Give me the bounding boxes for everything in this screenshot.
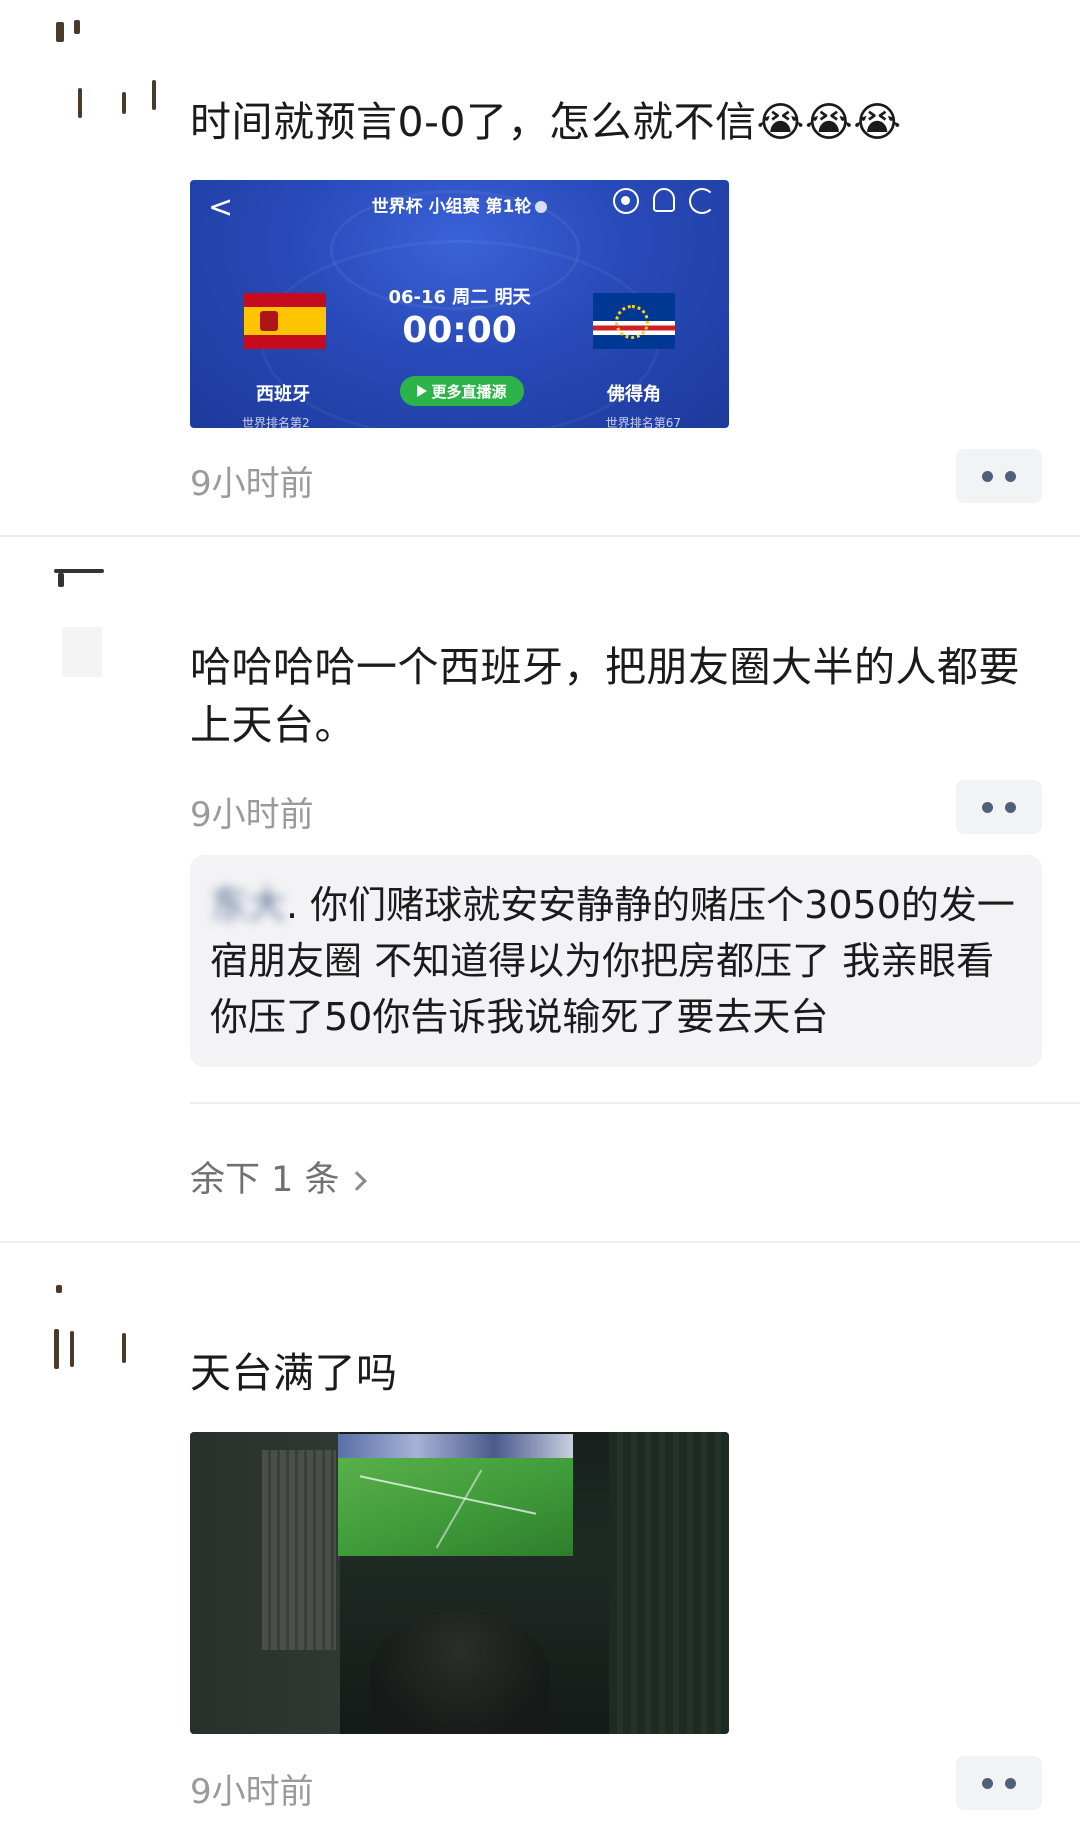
comment-author[interactable]: 东大 bbox=[210, 883, 286, 927]
projected-screen bbox=[338, 1434, 573, 1556]
comment-bubble: 东大. 你们赌球就安安静静的赌压个3050的发一宿朋友圈 不知道得以为你把房都压… bbox=[190, 855, 1042, 1067]
photo-curtain bbox=[609, 1432, 729, 1734]
dot-icon bbox=[1005, 801, 1016, 813]
team-left: 西班牙 bbox=[256, 384, 310, 405]
dot-icon bbox=[1005, 1777, 1016, 1789]
moment-post-1: 时间就预言0-0了，怎么就不信😭😭😭 < 世界杯 小组赛 第1轮 06-16 周… bbox=[0, 0, 1080, 537]
match-date: 06-16 周二 明天 bbox=[388, 287, 531, 308]
rank-left: 世界排名第2 bbox=[242, 416, 310, 428]
comment-text: . 你们赌球就安安静静的赌压个3050的发一宿朋友圈 不知道得以为你把房都压了 … bbox=[210, 883, 1015, 1039]
avatar[interactable] bbox=[52, 20, 162, 130]
photo-person-silhouette bbox=[370, 1612, 550, 1734]
dot-icon bbox=[982, 1777, 993, 1789]
more-actions-button[interactable] bbox=[956, 780, 1042, 834]
dot-icon bbox=[982, 470, 993, 482]
more-actions-button[interactable] bbox=[956, 1756, 1042, 1810]
play-icon bbox=[417, 385, 428, 397]
post-time: 9小时前 bbox=[190, 1772, 314, 1812]
chevron-right-icon bbox=[346, 1171, 367, 1191]
bell-icon bbox=[653, 188, 675, 212]
post-text: 天台满了吗 bbox=[190, 1349, 398, 1397]
moment-post-2: 哈哈哈哈一个西班牙，把朋友圈大半的人都要上天台。 9小时前 东大. 你们赌球就安… bbox=[0, 537, 1080, 1243]
match-card-image[interactable]: < 世界杯 小组赛 第1轮 06-16 周二 明天 00:00 更多直播源 西班… bbox=[190, 180, 729, 428]
post-text: 时间就预言0-0了，怎么就不信😭😭😭 bbox=[190, 98, 902, 146]
post-text: 哈哈哈哈一个西班牙，把朋友圈大半的人都要上天台。 bbox=[190, 643, 1020, 749]
card-toolbar bbox=[613, 188, 715, 214]
more-actions-button[interactable] bbox=[956, 449, 1042, 503]
more-streams-button: 更多直播源 bbox=[400, 376, 524, 406]
photo-radiator bbox=[262, 1450, 336, 1650]
target-icon bbox=[613, 188, 639, 214]
dot-icon bbox=[982, 801, 993, 813]
tv-photo-image[interactable] bbox=[190, 1432, 729, 1734]
post-time: 9小时前 bbox=[190, 464, 314, 504]
remaining-comments-link[interactable]: 余下 1 条 bbox=[190, 1151, 367, 1202]
match-score: 00:00 bbox=[402, 310, 517, 351]
divider bbox=[190, 1102, 1080, 1104]
refresh-icon bbox=[689, 188, 715, 214]
team-right: 佛得角 bbox=[607, 384, 661, 405]
avatar[interactable] bbox=[52, 1283, 162, 1393]
rank-right: 世界排名第67 bbox=[605, 416, 681, 428]
dot-icon bbox=[1005, 470, 1016, 482]
avatar[interactable] bbox=[52, 567, 162, 677]
chevron-circle-icon bbox=[535, 201, 548, 213]
post-time: 9小时前 bbox=[190, 795, 314, 835]
